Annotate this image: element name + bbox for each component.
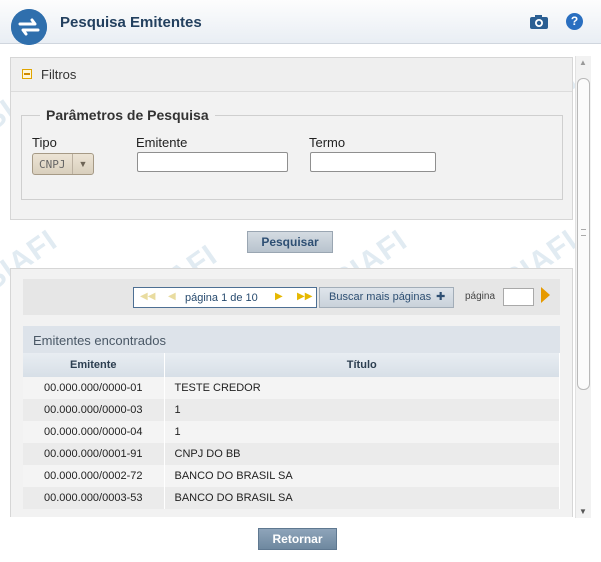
table-row[interactable]: 00.000.000/0001-91 CNPJ DO BB: [23, 443, 560, 465]
table-row[interactable]: 00.000.000/0002-72 BANCO DO BRASIL SA: [23, 465, 560, 487]
emitente-input[interactable]: [137, 152, 288, 172]
table-row[interactable]: 00.000.000/0000-04 1: [23, 421, 560, 443]
camera-icon[interactable]: [529, 12, 549, 32]
cell-titulo: CNPJ DO BB: [164, 443, 560, 465]
more-pages-label: Buscar mais páginas: [329, 291, 432, 303]
next-page-icon[interactable]: ▶: [275, 291, 283, 302]
results-panel: ◀◀ ◀ página 1 de 10 ▶ ▶▶ Buscar mais pág…: [10, 268, 573, 517]
cell-emitente: 00.000.000/0000-04: [23, 421, 165, 443]
page-number-input[interactable]: [503, 288, 534, 306]
paginator: ◀◀ ◀ página 1 de 10 ▶ ▶▶ Buscar mais pág…: [23, 279, 560, 315]
siafi-logo-icon: [11, 9, 47, 45]
cell-titulo: 1: [164, 399, 560, 421]
return-button[interactable]: Retornar: [258, 528, 337, 550]
filters-panel: Filtros Parâmetros de Pesquisa Tipo CNPJ…: [10, 57, 573, 220]
cell-titulo: BANCO DO BRASIL SA: [164, 465, 560, 487]
fieldset-legend: Parâmetros de Pesquisa: [40, 107, 215, 123]
results-table: Emitente Título 00.000.000/0000-01 TESTE…: [23, 353, 560, 509]
cell-titulo: BANCO DO BRASIL SA: [164, 487, 560, 509]
table-row[interactable]: 00.000.000/0000-01 TESTE CREDOR: [23, 377, 560, 399]
scroll-down-icon[interactable]: ▼: [579, 507, 587, 516]
vertical-scrollbar[interactable]: ▲ ▼: [575, 56, 591, 518]
scrollbar-thumb[interactable]: [577, 78, 590, 390]
first-page-icon[interactable]: ◀◀: [140, 291, 155, 302]
cell-emitente: 00.000.000/0003-53: [23, 487, 165, 509]
cell-emitente: 00.000.000/0000-03: [23, 399, 165, 421]
tipo-select-value: CNPJ: [39, 158, 66, 171]
page-title: Pesquisa Emitentes: [60, 14, 202, 31]
column-header-titulo[interactable]: Título: [164, 353, 560, 377]
scrollbar-grip: [581, 229, 586, 236]
tipo-select[interactable]: CNPJ ▼: [32, 153, 94, 175]
cell-emitente: 00.000.000/0001-91: [23, 443, 165, 465]
header-bar: Pesquisa Emitentes ?: [0, 0, 601, 45]
table-row[interactable]: 00.000.000/0000-03 1: [23, 399, 560, 421]
last-page-icon[interactable]: ▶▶: [297, 291, 312, 302]
go-page-icon[interactable]: [541, 287, 550, 303]
page-label: página: [465, 291, 496, 302]
prev-page-icon[interactable]: ◀: [168, 291, 176, 302]
scroll-up-icon[interactable]: ▲: [579, 58, 587, 67]
chevron-down-icon: ▼: [72, 154, 93, 174]
emitente-label: Emitente: [136, 135, 188, 150]
grid-title-bar: Emitentes encontrados: [23, 326, 560, 353]
more-pages-button[interactable]: Buscar mais páginas ✚: [319, 287, 454, 308]
search-params-fieldset: Parâmetros de Pesquisa: [21, 107, 563, 200]
filters-title: Filtros: [41, 67, 77, 82]
column-header-emitente[interactable]: Emitente: [23, 353, 165, 377]
termo-label: Termo: [309, 135, 346, 150]
tipo-label: Tipo: [32, 135, 57, 150]
cell-titulo: 1: [164, 421, 560, 443]
main-content: SIAFI SIAFI SIAFI SIAFI SIAFI SIAFI SIAF…: [0, 44, 601, 517]
page-indicator: página 1 de 10: [185, 292, 258, 304]
table-row[interactable]: 00.000.000/0003-53 BANCO DO BRASIL SA: [23, 487, 560, 509]
filters-header[interactable]: Filtros: [11, 58, 572, 92]
cell-emitente: 00.000.000/0002-72: [23, 465, 165, 487]
cell-emitente: 00.000.000/0000-01: [23, 377, 165, 399]
termo-input[interactable]: [310, 152, 436, 172]
cell-titulo: TESTE CREDOR: [164, 377, 560, 399]
grid-title: Emitentes encontrados: [33, 333, 166, 348]
collapse-icon[interactable]: [22, 69, 32, 79]
help-icon[interactable]: ?: [566, 13, 583, 30]
search-button[interactable]: Pesquisar: [247, 231, 333, 253]
pager-nav: ◀◀ ◀ página 1 de 10 ▶ ▶▶: [133, 287, 317, 308]
plus-icon: ✚: [436, 291, 446, 303]
